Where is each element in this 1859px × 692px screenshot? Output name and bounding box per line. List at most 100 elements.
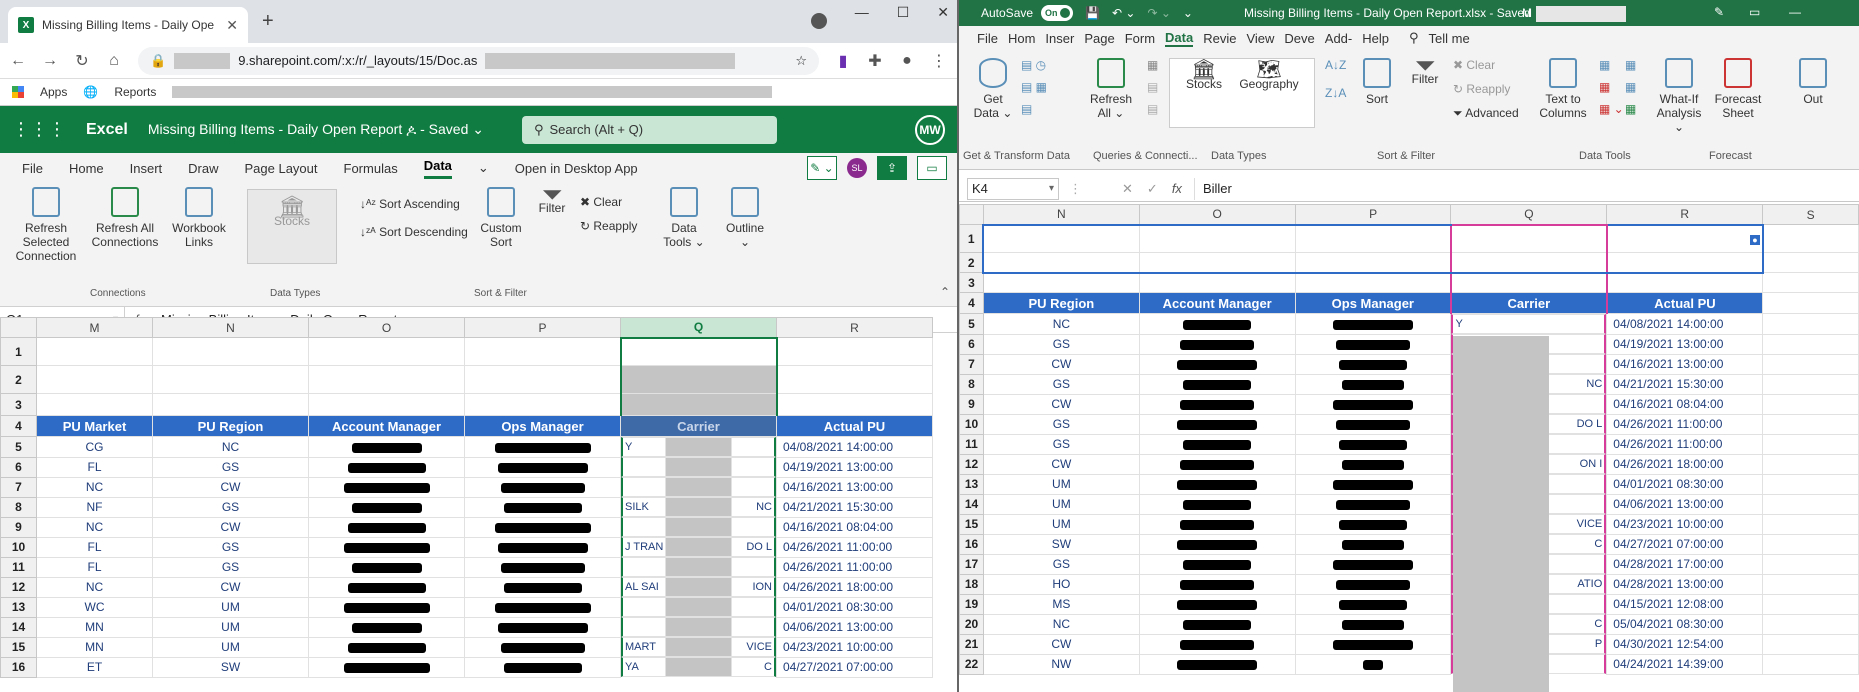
sort-button[interactable]: Sort: [1357, 58, 1397, 106]
cell-ops-manager[interactable]: [1294, 633, 1452, 655]
column-header[interactable]: R: [776, 317, 933, 338]
cell-carrier[interactable]: SILK NC: [621, 497, 776, 517]
stocks-button[interactable]: 🏛 Stocks: [247, 189, 337, 264]
cell-ops-manager[interactable]: [1294, 533, 1452, 555]
cell-account-manager[interactable]: [1138, 613, 1296, 635]
cell-empty[interactable]: [1762, 353, 1859, 375]
row-header[interactable]: 18: [959, 573, 984, 595]
cell-actual-pu[interactable]: 04/26/2021 18:00:00: [1606, 453, 1764, 475]
new-tab-icon[interactable]: +: [262, 10, 274, 33]
cell-actual-pu[interactable]: 04/16/2021 08:04:00: [776, 516, 933, 538]
cell-carrier[interactable]: YA C: [621, 657, 776, 677]
fx-icon[interactable]: fx: [1172, 181, 1182, 197]
refresh-selected-button[interactable]: Refresh Selected Connection: [6, 187, 86, 263]
column-header[interactable]: M: [36, 317, 153, 338]
row-header[interactable]: 14: [959, 493, 984, 515]
cell-actual-pu[interactable]: 04/24/2021 14:39:00: [1606, 653, 1764, 675]
outline-button[interactable]: Outline ⌄: [720, 187, 770, 249]
bookmark-reports[interactable]: Reports: [114, 85, 156, 99]
cell-ops-manager[interactable]: [464, 616, 621, 638]
cell-pu-region[interactable]: UM: [982, 493, 1140, 515]
cell-ops-manager[interactable]: [1294, 313, 1452, 335]
sort-ascending-button[interactable]: ↓ᴬᶻ Sort Ascending: [360, 197, 460, 211]
redo-icon[interactable]: ↷ ⌄: [1147, 6, 1170, 20]
tab-home[interactable]: Hom: [1008, 31, 1035, 46]
tab-page-layout[interactable]: Page: [1084, 31, 1114, 46]
cell-empty[interactable]: [1762, 373, 1859, 395]
column-header[interactable]: O: [1138, 204, 1296, 225]
comments-icon[interactable]: ▭: [917, 156, 947, 180]
row-header[interactable]: 12: [959, 453, 984, 475]
cell-ops-manager[interactable]: [1294, 433, 1452, 455]
tab-addins[interactable]: Add-: [1325, 31, 1352, 46]
cell-actual-pu[interactable]: 04/19/2021 13:00:00: [1606, 333, 1764, 355]
row-header[interactable]: 1: [959, 224, 984, 253]
cell-empty[interactable]: [1762, 413, 1859, 435]
cell-actual-pu[interactable]: 04/16/2021 13:00:00: [776, 476, 933, 498]
cell-account-manager[interactable]: [1138, 373, 1296, 395]
formula-input[interactable]: Biller: [1193, 177, 1232, 200]
column-header[interactable]: P: [1294, 204, 1452, 225]
cell-actual-pu[interactable]: 04/21/2021 15:30:00: [1606, 373, 1764, 395]
cell-pu-region[interactable]: SW: [152, 656, 309, 678]
browser-tab[interactable]: X Missing Billing Items - Daily Ope ✕: [8, 7, 248, 43]
geography-button[interactable]: 🗺 Geography: [1234, 60, 1304, 91]
cell-pu-region[interactable]: UM: [152, 636, 309, 658]
tab-developer[interactable]: Deve: [1284, 31, 1314, 46]
header-actual-pu[interactable]: Actual PU: [776, 415, 933, 437]
cell-pu-region[interactable]: GS: [152, 536, 309, 558]
cell-pu-market[interactable]: ET: [36, 656, 153, 678]
cell-carrier[interactable]: Y: [1451, 314, 1607, 334]
sort-descending-button[interactable]: ↓ᶻᴬ Sort Descending: [360, 225, 468, 239]
from-text-icon[interactable]: ▤ ◷: [1021, 58, 1046, 72]
header-account-manager[interactable]: Account Manager: [308, 415, 465, 437]
cell-account-manager[interactable]: [1138, 413, 1296, 435]
bookmark-apps[interactable]: Apps: [40, 85, 67, 99]
cell-pu-region[interactable]: NC: [152, 436, 309, 458]
consolidate-icon[interactable]: ▦: [1625, 58, 1636, 72]
tab-formulas[interactable]: Formulas: [344, 161, 398, 176]
cell-account-manager[interactable]: [1138, 453, 1296, 475]
extension-icon[interactable]: ▮: [835, 51, 851, 71]
cell-ops-manager[interactable]: [464, 436, 621, 458]
row-header[interactable]: 6: [959, 333, 984, 355]
data-tools-button[interactable]: Data Tools ⌄: [660, 187, 708, 249]
cell-pu-region[interactable]: UM: [152, 596, 309, 618]
cell-account-manager[interactable]: [308, 636, 465, 658]
tab-data[interactable]: Data: [423, 158, 452, 179]
column-header[interactable]: Q: [1450, 204, 1608, 225]
cell-pu-market[interactable]: FL: [36, 536, 153, 558]
quick-access-menu-icon[interactable]: ⌄: [1183, 6, 1193, 20]
cell-actual-pu[interactable]: 04/30/2021 12:54:00: [1606, 633, 1764, 655]
row-header[interactable]: 5: [0, 436, 37, 458]
cell-account-manager[interactable]: [1138, 533, 1296, 555]
cell-account-manager[interactable]: [308, 576, 465, 598]
cell-pu-region[interactable]: UM: [152, 616, 309, 638]
cell-actual-pu[interactable]: 04/26/2021 11:00:00: [1606, 433, 1764, 455]
cell-pu-region[interactable]: HO: [982, 573, 1140, 595]
undo-icon[interactable]: ↶ ⌄: [1112, 6, 1135, 20]
cell-pu-region[interactable]: GS: [982, 413, 1140, 435]
cell-actual-pu[interactable]: 04/21/2021 15:30:00: [776, 496, 933, 518]
tab-help[interactable]: Help: [1362, 31, 1389, 46]
row-header[interactable]: 16: [959, 533, 984, 555]
outline-button-desktop[interactable]: Out: [1793, 58, 1833, 106]
tell-me-input[interactable]: Tell me: [1429, 31, 1470, 46]
cell-pu-region[interactable]: CW: [982, 393, 1140, 415]
cell-account-manager[interactable]: [1138, 553, 1296, 575]
cell-ops-manager[interactable]: [464, 556, 621, 578]
cell-pu-region[interactable]: MS: [982, 593, 1140, 615]
edit-links-icon[interactable]: ▤: [1147, 102, 1158, 116]
pen-icon[interactable]: ✎: [1714, 5, 1724, 19]
row-header[interactable]: 11: [0, 556, 37, 578]
flash-fill-icon[interactable]: ▦: [1599, 58, 1610, 72]
cell-carrier[interactable]: [621, 457, 776, 477]
reapply-button-desktop[interactable]: ↻ Reapply: [1453, 82, 1510, 96]
cell-pu-region[interactable]: CW: [982, 453, 1140, 475]
tab-data[interactable]: Data: [1165, 30, 1194, 47]
cell-pu-market[interactable]: NC: [36, 576, 153, 598]
workbook-links-button[interactable]: Workbook Links: [164, 187, 234, 249]
minimize-icon[interactable]: —: [855, 4, 869, 21]
puzzle-icon[interactable]: ✚: [867, 51, 883, 71]
cell-empty[interactable]: [1762, 393, 1859, 415]
